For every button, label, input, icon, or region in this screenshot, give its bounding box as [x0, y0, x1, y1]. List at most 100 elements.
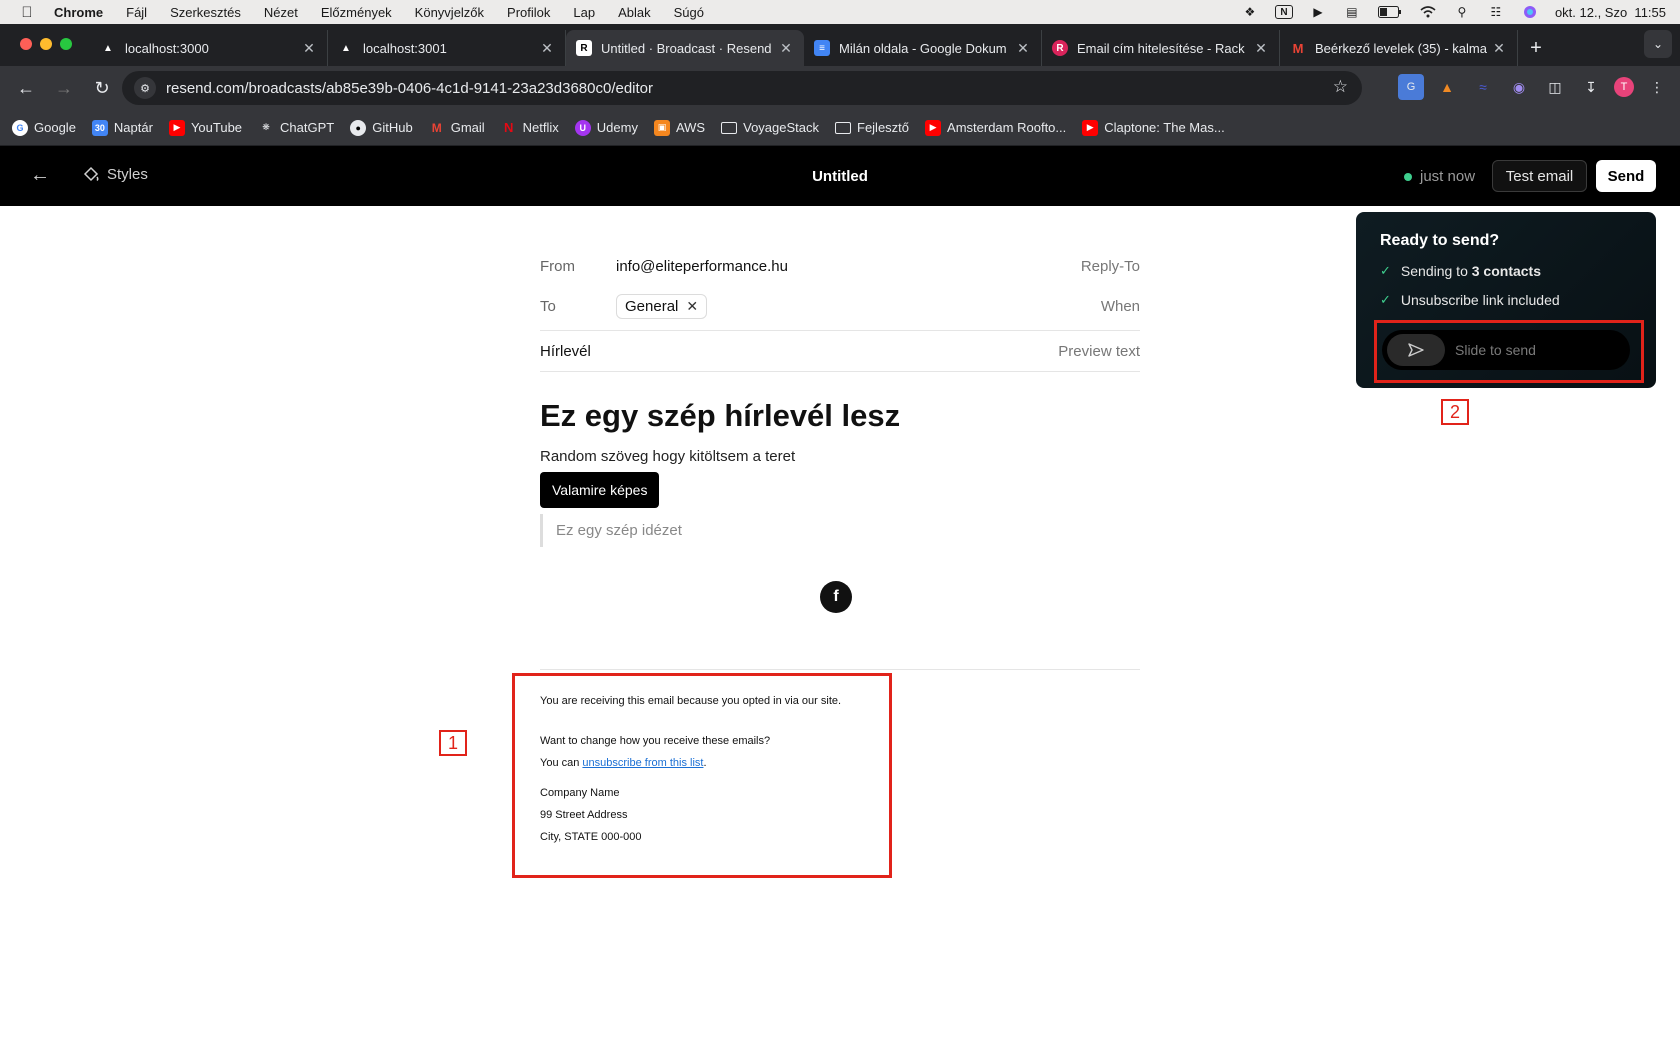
preview-text-field[interactable]: Preview text [1058, 343, 1140, 360]
tab-email-verification[interactable]: R Email cím hitelesítése - Rack ✕ [1042, 30, 1280, 66]
bookmark-youtube[interactable]: ▶ YouTube [168, 119, 242, 136]
extensions-area: G ▲ ≈ ◉ ◫ ↧ T ⋮ [1398, 74, 1670, 100]
email-paragraph[interactable]: Random szöveg hogy kitöltsem a teret [540, 448, 1140, 465]
menu-history[interactable]: Előzmények [321, 5, 392, 20]
battery-icon[interactable] [1377, 5, 1403, 19]
wave-extension-icon[interactable]: ≈ [1470, 74, 1496, 100]
menu-edit[interactable]: Szerkesztés [170, 5, 241, 20]
menu-file[interactable]: Fájl [126, 5, 147, 20]
bookmark-label: ChatGPT [280, 120, 335, 135]
bookmark-google[interactable]: G Google [12, 119, 76, 136]
youtube-icon: ▶ [1082, 119, 1099, 136]
menu-help[interactable]: Súgó [674, 5, 704, 20]
minimize-window-button[interactable] [40, 38, 52, 50]
when-button[interactable]: When [1101, 298, 1140, 315]
tab-localhost-3001[interactable]: ▲ localhost:3001 ✕ [328, 30, 566, 66]
bookmark-calendar[interactable]: 30 Naptár [91, 119, 153, 136]
apple-icon[interactable]:  [0, 4, 54, 21]
close-window-button[interactable] [20, 38, 32, 50]
close-tab-icon[interactable]: ✕ [778, 40, 794, 57]
tab-title: Untitled · Broadcast · Resend [601, 40, 772, 56]
profile-avatar[interactable]: T [1614, 77, 1634, 97]
bookmark-label: Amsterdam Roofto... [947, 120, 1067, 135]
email-quote[interactable]: Ez egy szép idézet [540, 514, 1140, 547]
bookmark-voyagestack[interactable]: VoyageStack [721, 120, 819, 135]
close-tab-icon[interactable]: ✕ [301, 40, 317, 57]
wifi-icon[interactable] [1419, 5, 1437, 19]
tab-search-chevron-icon[interactable]: ⌄ [1644, 30, 1672, 58]
bookmark-star-icon[interactable]: ☆ [1333, 77, 1348, 97]
figma-icon[interactable]: ❖ [1241, 5, 1259, 19]
menubar-status-area: ❖ N ▶ ▤ ⚲ ☷ okt. 12., Szo 11:55 [1241, 0, 1666, 24]
test-email-button[interactable]: Test email [1492, 160, 1587, 192]
bookmark-udemy[interactable]: U Udemy [574, 119, 638, 136]
subject-field[interactable]: Hírlevél [540, 343, 591, 360]
bookmark-aws[interactable]: ▣ AWS [653, 119, 705, 136]
from-label: From [540, 257, 575, 275]
bookmark-label: Fejlesztő [857, 120, 910, 135]
window-icon[interactable]: ▤ [1343, 5, 1361, 19]
menu-tab[interactable]: Lap [573, 5, 595, 20]
fox-extension-icon[interactable]: ▲ [1434, 74, 1460, 100]
site-settings-icon[interactable]: ⚙ [134, 77, 156, 99]
close-tab-icon[interactable]: ✕ [1015, 40, 1031, 57]
chrome-menu-icon[interactable]: ⋮ [1644, 74, 1670, 100]
paint-bucket-icon [83, 166, 99, 182]
google-icon: G [12, 119, 28, 136]
editor-header: ← Styles Untitled just now Test email Se… [0, 146, 1680, 206]
back-icon[interactable]: ← [8, 70, 44, 106]
address-url[interactable]: resend.com/broadcasts/ab85e39b-0406-4c1d… [166, 80, 653, 97]
control-center-icon[interactable]: ☷ [1487, 5, 1505, 19]
tab-localhost-3000[interactable]: ▲ localhost:3000 ✕ [90, 30, 328, 66]
window-controls [20, 38, 72, 50]
reload-icon[interactable]: ↻ [84, 70, 120, 106]
bookmark-gmail[interactable]: M Gmail [429, 120, 485, 136]
bookmark-chatgpt[interactable]: ❋ ChatGPT [258, 120, 334, 136]
ghost-extension-icon[interactable]: ◉ [1506, 74, 1532, 100]
email-heading[interactable]: Ez egy szép hírlevél lesz [540, 398, 1140, 434]
tab-resend-broadcast[interactable]: R Untitled · Broadcast · Resend ✕ [566, 30, 804, 66]
bookmark-claptone[interactable]: ▶ Claptone: The Mas... [1082, 119, 1225, 136]
spotlight-search-icon[interactable]: ⚲ [1453, 5, 1471, 19]
reply-to-button[interactable]: Reply-To [1081, 258, 1140, 275]
annotation-box-2 [1374, 320, 1644, 383]
new-tab-button[interactable]: + [1518, 30, 1554, 66]
from-field[interactable]: info@eliteperformance.hu [616, 258, 788, 275]
tab-google-docs[interactable]: ≡ Milán oldala - Google Dokum ✕ [804, 30, 1042, 66]
audience-chip[interactable]: General ✕ [616, 293, 708, 319]
send-button[interactable]: Send [1596, 160, 1656, 192]
menu-view[interactable]: Nézet [264, 5, 298, 20]
remove-audience-icon[interactable]: ✕ [686, 298, 698, 315]
extensions-puzzle-icon[interactable]: ◫ [1542, 74, 1568, 100]
tab-gmail[interactable]: M Beérkező levelek (35) - kalma ✕ [1280, 30, 1518, 66]
rack-icon: R [1052, 40, 1068, 56]
bookmark-github[interactable]: ● GitHub [350, 119, 413, 136]
facebook-icon[interactable]: f [820, 581, 852, 613]
translate-extension-icon[interactable]: G [1398, 74, 1424, 100]
menu-profiles[interactable]: Profilok [507, 5, 550, 20]
close-tab-icon[interactable]: ✕ [1491, 40, 1507, 57]
unsubscribe-check-row: ✓ Unsubscribe link included [1380, 292, 1632, 308]
bookmark-amsterdam-rooftop[interactable]: ▶ Amsterdam Roofto... [925, 119, 1067, 136]
download-icon[interactable]: ↧ [1578, 74, 1604, 100]
menu-bookmarks[interactable]: Könyvjelzők [415, 5, 484, 20]
bookmark-fejleszto[interactable]: Fejlesztő [835, 120, 909, 135]
close-tab-icon[interactable]: ✕ [1253, 40, 1269, 57]
play-icon[interactable]: ▶ [1309, 5, 1327, 19]
maximize-window-button[interactable] [60, 38, 72, 50]
chatgpt-icon: ❋ [262, 122, 270, 132]
bookmark-netflix[interactable]: N Netflix [501, 120, 559, 136]
styles-button[interactable]: Styles [82, 165, 148, 183]
address-bar[interactable]: ⚙ resend.com/broadcasts/ab85e39b-0406-4c… [122, 71, 1362, 105]
menu-app-chrome[interactable]: Chrome [54, 5, 103, 20]
email-cta-button[interactable]: Valamire képes [540, 472, 660, 508]
notion-icon[interactable]: N [1274, 5, 1293, 19]
siri-icon[interactable] [1521, 5, 1539, 19]
back-arrow-icon[interactable]: ← [30, 164, 50, 187]
menu-window[interactable]: Ablak [618, 5, 651, 20]
tab-title: Milán oldala - Google Dokum [839, 40, 1007, 56]
tab-list: ▲ localhost:3000 ✕ ▲ localhost:3001 ✕ R … [90, 30, 1554, 66]
close-tab-icon[interactable]: ✕ [539, 40, 555, 57]
menubar-clock[interactable]: okt. 12., Szo 11:55 [1555, 5, 1666, 20]
forward-icon[interactable]: → [46, 70, 82, 106]
